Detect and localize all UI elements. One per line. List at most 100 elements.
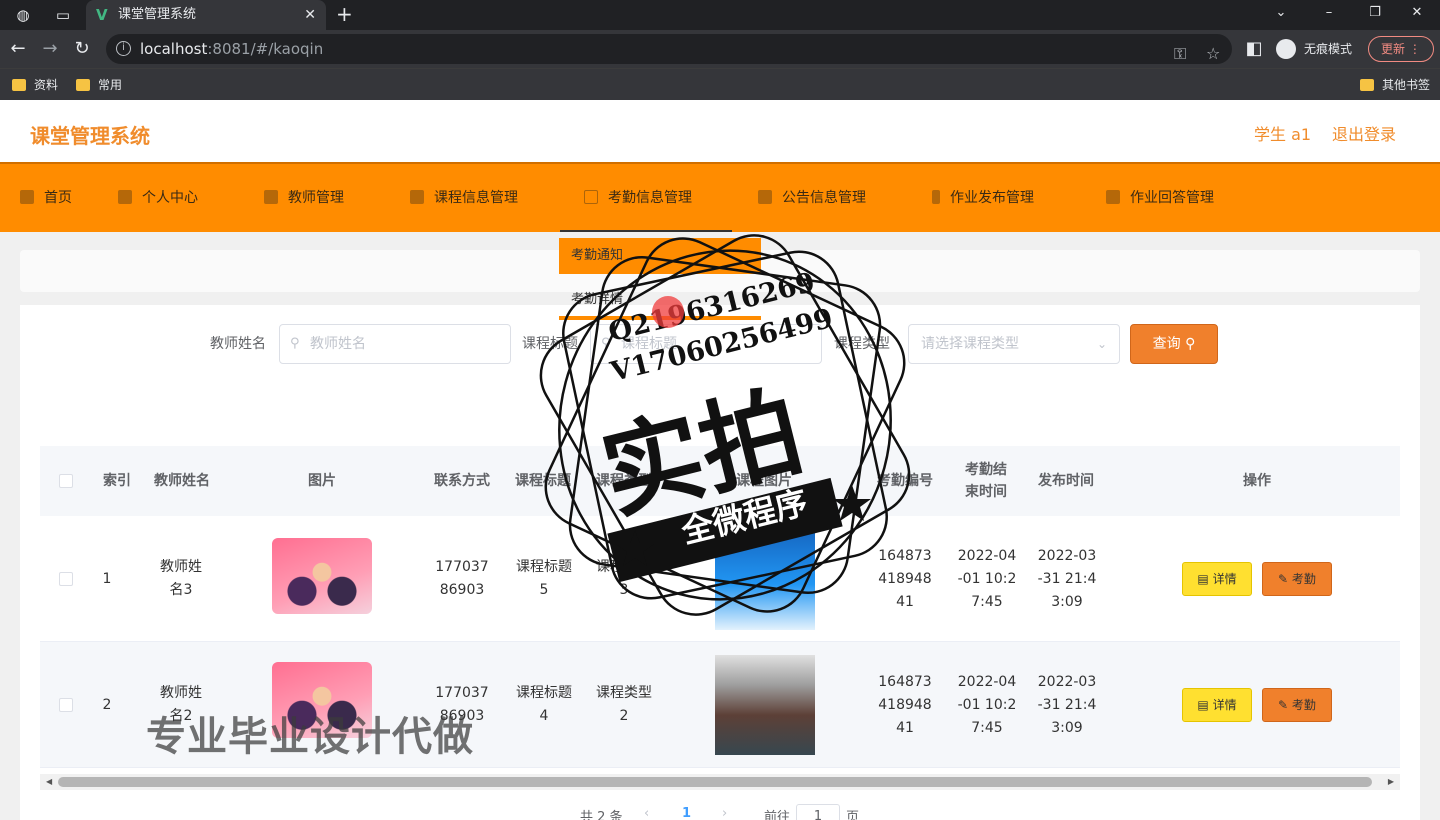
th-image: 图片	[308, 473, 336, 489]
cell-index: 1	[102, 570, 112, 587]
teacher-photo	[272, 538, 372, 614]
th-phone: 联系方式	[434, 473, 490, 489]
prev-page-icon[interactable]: ‹	[644, 806, 649, 820]
table-row[interactable]: 1 教师姓名3 17703786903 课程标题5 课程类型3 16487341…	[40, 516, 1400, 642]
nav-kaoqin[interactable]: 考勤信息管理	[560, 164, 732, 232]
nav-label: 作业发布管理	[950, 190, 1034, 206]
nav-label: 作业回答管理	[1130, 190, 1214, 206]
update-button[interactable]: 更新 ⋮	[1368, 36, 1434, 62]
cell-course-type: 课程类型2	[596, 685, 652, 724]
star-icon[interactable]: ☆	[1206, 39, 1220, 69]
query-button[interactable]: 查询 ⚲	[1130, 324, 1218, 364]
nav-label: 公告信息管理	[782, 190, 866, 206]
detail-button[interactable]: ▤ 详情	[1182, 688, 1252, 722]
nav-home[interactable]: 首页	[20, 164, 72, 232]
tab-title: 课堂管理系统	[118, 7, 197, 22]
browser-tab[interactable]: V 课堂管理系统 ✕	[86, 0, 326, 30]
close-window-icon[interactable]: ✕	[1394, 0, 1440, 30]
nav-homework-answer[interactable]: 作业回答管理	[1106, 164, 1214, 232]
nav-label: 课程信息管理	[434, 190, 518, 206]
new-tab-icon[interactable]: +	[336, 2, 353, 26]
tab-search-icon[interactable]: ▭	[52, 4, 74, 26]
restore-icon[interactable]: ❐	[1352, 0, 1398, 30]
app-header: 课堂管理系统 学生 a1 退出登录	[0, 100, 1440, 162]
cell-end-time: 2022-04-01 10:27:45	[957, 547, 1017, 610]
nav-homework-publish[interactable]: 作业发布管理	[932, 164, 1034, 232]
goto-page-input[interactable]: 1	[796, 804, 840, 820]
table-header: 索引 教师姓名 图片 联系方式 课程标题 课程类型 课程图片 考勤编号 考勤结束…	[40, 446, 1400, 516]
other-bookmarks[interactable]: 其他书签	[1360, 75, 1430, 95]
nav-notice[interactable]: 公告信息管理	[758, 164, 866, 232]
th-teacher: 教师姓名	[154, 473, 210, 489]
th-publish-time: 发布时间	[1038, 473, 1094, 489]
course-icon	[410, 190, 424, 204]
cell-course-title: 课程标题4	[516, 685, 572, 724]
scroll-left-icon[interactable]: ◀	[46, 774, 52, 790]
course-type-label: 课程类型	[834, 336, 890, 352]
forward-icon[interactable]: →	[38, 37, 62, 61]
teacher-name-input[interactable]: ⚲ 教师姓名	[279, 324, 511, 364]
bookmark-folder[interactable]: 资料	[12, 75, 58, 95]
current-user-link[interactable]: 学生 a1	[1254, 121, 1311, 145]
detail-label: 详情	[1212, 572, 1237, 586]
submenu-kaoqin-notice[interactable]: 考勤通知	[559, 238, 761, 274]
folder-icon	[76, 79, 90, 91]
course-image	[715, 528, 815, 630]
watermark-bottom: 专业毕业设计代做	[146, 714, 474, 760]
vue-logo-icon: V	[96, 6, 108, 24]
reload-icon[interactable]: ↻	[70, 37, 94, 61]
kaoqin-button[interactable]: ✎ 考勤	[1262, 688, 1332, 722]
search-icon: ⚲	[1185, 336, 1196, 352]
site-info-icon[interactable]: i	[116, 41, 131, 56]
key-icon[interactable]: ⚿	[1174, 39, 1186, 69]
course-type-select[interactable]: 请选择课程类型 ⌄	[908, 324, 1120, 364]
course-title-input[interactable]: ⚲ 课程标题	[590, 324, 822, 364]
browser-tab-bar: ◍ ▭ V 课堂管理系统 ✕ + ⌄ – ❐ ✕	[0, 0, 1440, 30]
select-all-checkbox[interactable]	[59, 474, 73, 488]
globe-icon[interactable]: ◍	[12, 4, 34, 26]
horizontal-scrollbar[interactable]: ◀ ▶	[40, 774, 1400, 790]
kaoqin-button[interactable]: ✎ 考勤	[1262, 562, 1332, 596]
incognito-icon	[1276, 39, 1296, 59]
cell-end-time: 2022-04-01 10:27:45	[957, 673, 1017, 736]
next-page-icon[interactable]: ›	[722, 806, 727, 820]
back-icon[interactable]: ←	[6, 37, 30, 61]
incognito-indicator[interactable]: 无痕模式	[1276, 37, 1352, 61]
select-placeholder: 请选择课程类型	[921, 336, 1019, 352]
logout-link[interactable]: 退出登录	[1332, 121, 1396, 145]
row-checkbox[interactable]	[59, 572, 73, 586]
nav-label: 个人中心	[142, 190, 198, 206]
page-suffix: 页	[846, 810, 860, 820]
detail-button[interactable]: ▤ 详情	[1182, 562, 1252, 596]
app-title: 课堂管理系统	[30, 124, 150, 148]
page-number[interactable]: 1	[682, 806, 691, 820]
tab-list-icon[interactable]: ⌄	[1258, 0, 1304, 30]
nav-label: 首页	[44, 190, 72, 206]
nav-course[interactable]: 课程信息管理	[410, 164, 518, 232]
scroll-right-icon[interactable]: ▶	[1388, 774, 1394, 790]
kaoqin-label: 考勤	[1291, 698, 1316, 712]
cell-publish-time: 2022-03-31 21:43:09	[1037, 673, 1097, 736]
url-input[interactable]: i localhost:8081/#/kaoqin ⚿ ☆	[106, 34, 1232, 64]
folder-icon	[12, 79, 26, 91]
close-tab-icon[interactable]: ✕	[304, 0, 316, 30]
sidebar-icon[interactable]: ◧	[1242, 37, 1266, 61]
nav-profile[interactable]: 个人中心	[118, 164, 198, 232]
th-course-type: 课程类型	[596, 473, 652, 489]
scroll-thumb[interactable]	[58, 777, 1372, 787]
bookmark-folder[interactable]: 常用	[76, 75, 122, 95]
bookmarks-bar: 资料 常用 其他书签	[0, 68, 1440, 100]
input-placeholder: 教师姓名	[310, 336, 366, 352]
minimize-icon[interactable]: –	[1306, 0, 1352, 30]
bookmark-label: 其他书签	[1382, 78, 1431, 92]
nav-label: 教师管理	[288, 190, 344, 206]
query-label: 查询	[1152, 336, 1181, 352]
cell-phone: 17703786903	[435, 559, 489, 598]
incognito-label: 无痕模式	[1304, 42, 1353, 56]
folder-icon	[1360, 79, 1374, 91]
th-actions: 操作	[1243, 473, 1271, 489]
nav-teacher[interactable]: 教师管理	[264, 164, 344, 232]
row-checkbox[interactable]	[59, 698, 73, 712]
search-icon: ⚲	[290, 336, 300, 351]
kaoqin-label: 考勤	[1291, 572, 1316, 586]
